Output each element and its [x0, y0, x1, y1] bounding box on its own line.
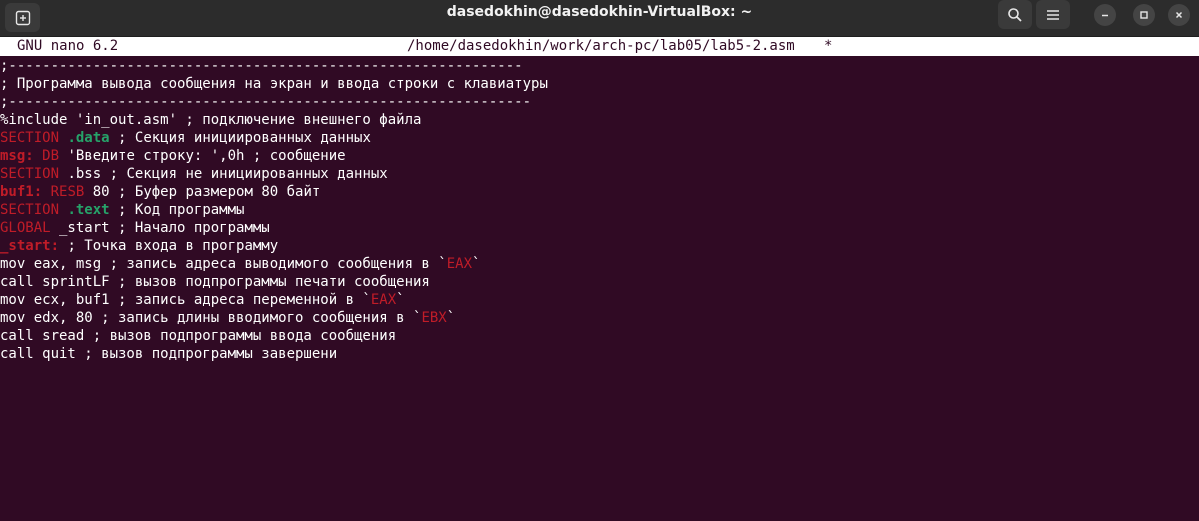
nano-header-bar: GNU nano 6.2 /home/dasedokhin/work/arch-… — [0, 37, 1199, 56]
code-line[interactable]: msg: DB 'Введите строку: ',0h ; сообщени… — [0, 147, 1199, 165]
maximize-icon — [1140, 11, 1148, 19]
search-icon — [1008, 7, 1022, 22]
minimize-icon — [1102, 14, 1108, 17]
close-button[interactable] — [1168, 4, 1190, 26]
new-tab-button[interactable] — [5, 3, 40, 32]
search-button[interactable] — [998, 0, 1032, 29]
code-line[interactable]: SECTION .bss ; Секция не инициированных … — [0, 165, 1199, 183]
new-tab-icon — [15, 10, 30, 25]
code-line[interactable]: call sread ; вызов подпрограммы ввода со… — [0, 327, 1199, 345]
code-line[interactable]: buf1: RESB 80 ; Буфер размером 80 байт — [0, 183, 1199, 201]
code-line[interactable]: call quit ; вызов подпрограммы завершени — [0, 345, 1199, 363]
code-line[interactable]: mov ecx, buf1 ; запись адреса переменной… — [0, 291, 1199, 309]
file-path: /home/dasedokhin/work/arch-pc/lab05/lab5… — [407, 38, 795, 54]
minimize-button[interactable] — [1094, 4, 1116, 26]
terminal-window: dasedokhin@dasedokhin-VirtualBox: ~ GNU … — [0, 0, 1199, 521]
modified-indicator: * — [824, 38, 833, 54]
code-line[interactable]: ; Программа вывода сообщения на экран и … — [0, 75, 1199, 93]
nano-version: GNU nano 6.2 — [17, 38, 119, 54]
code-line[interactable]: SECTION .data ; Секция инициированных да… — [0, 129, 1199, 147]
editor-area[interactable]: ;---------------------------------------… — [0, 57, 1199, 363]
code-line[interactable]: _start: ; Точка входа в программу — [0, 237, 1199, 255]
close-icon — [1175, 11, 1183, 19]
code-line[interactable]: GLOBAL _start ; Начало программы — [0, 219, 1199, 237]
code-line[interactable]: call sprintLF ; вызов подпрограммы печат… — [0, 273, 1199, 291]
maximize-button[interactable] — [1133, 4, 1155, 26]
code-line[interactable]: SECTION .text ; Код программы — [0, 201, 1199, 219]
title-bar[interactable]: dasedokhin@dasedokhin-VirtualBox: ~ — [0, 0, 1199, 37]
menu-button[interactable] — [1036, 0, 1070, 29]
code-line[interactable]: mov edx, 80 ; запись длины вводимого соо… — [0, 309, 1199, 327]
hamburger-menu-icon — [1047, 9, 1059, 20]
code-line[interactable]: ;---------------------------------------… — [0, 93, 1199, 111]
code-line[interactable]: ;---------------------------------------… — [0, 57, 1199, 75]
code-line[interactable]: %include 'in_out.asm' ; подключение внеш… — [0, 111, 1199, 129]
code-line[interactable]: mov eax, msg ; запись адреса выводимого … — [0, 255, 1199, 273]
